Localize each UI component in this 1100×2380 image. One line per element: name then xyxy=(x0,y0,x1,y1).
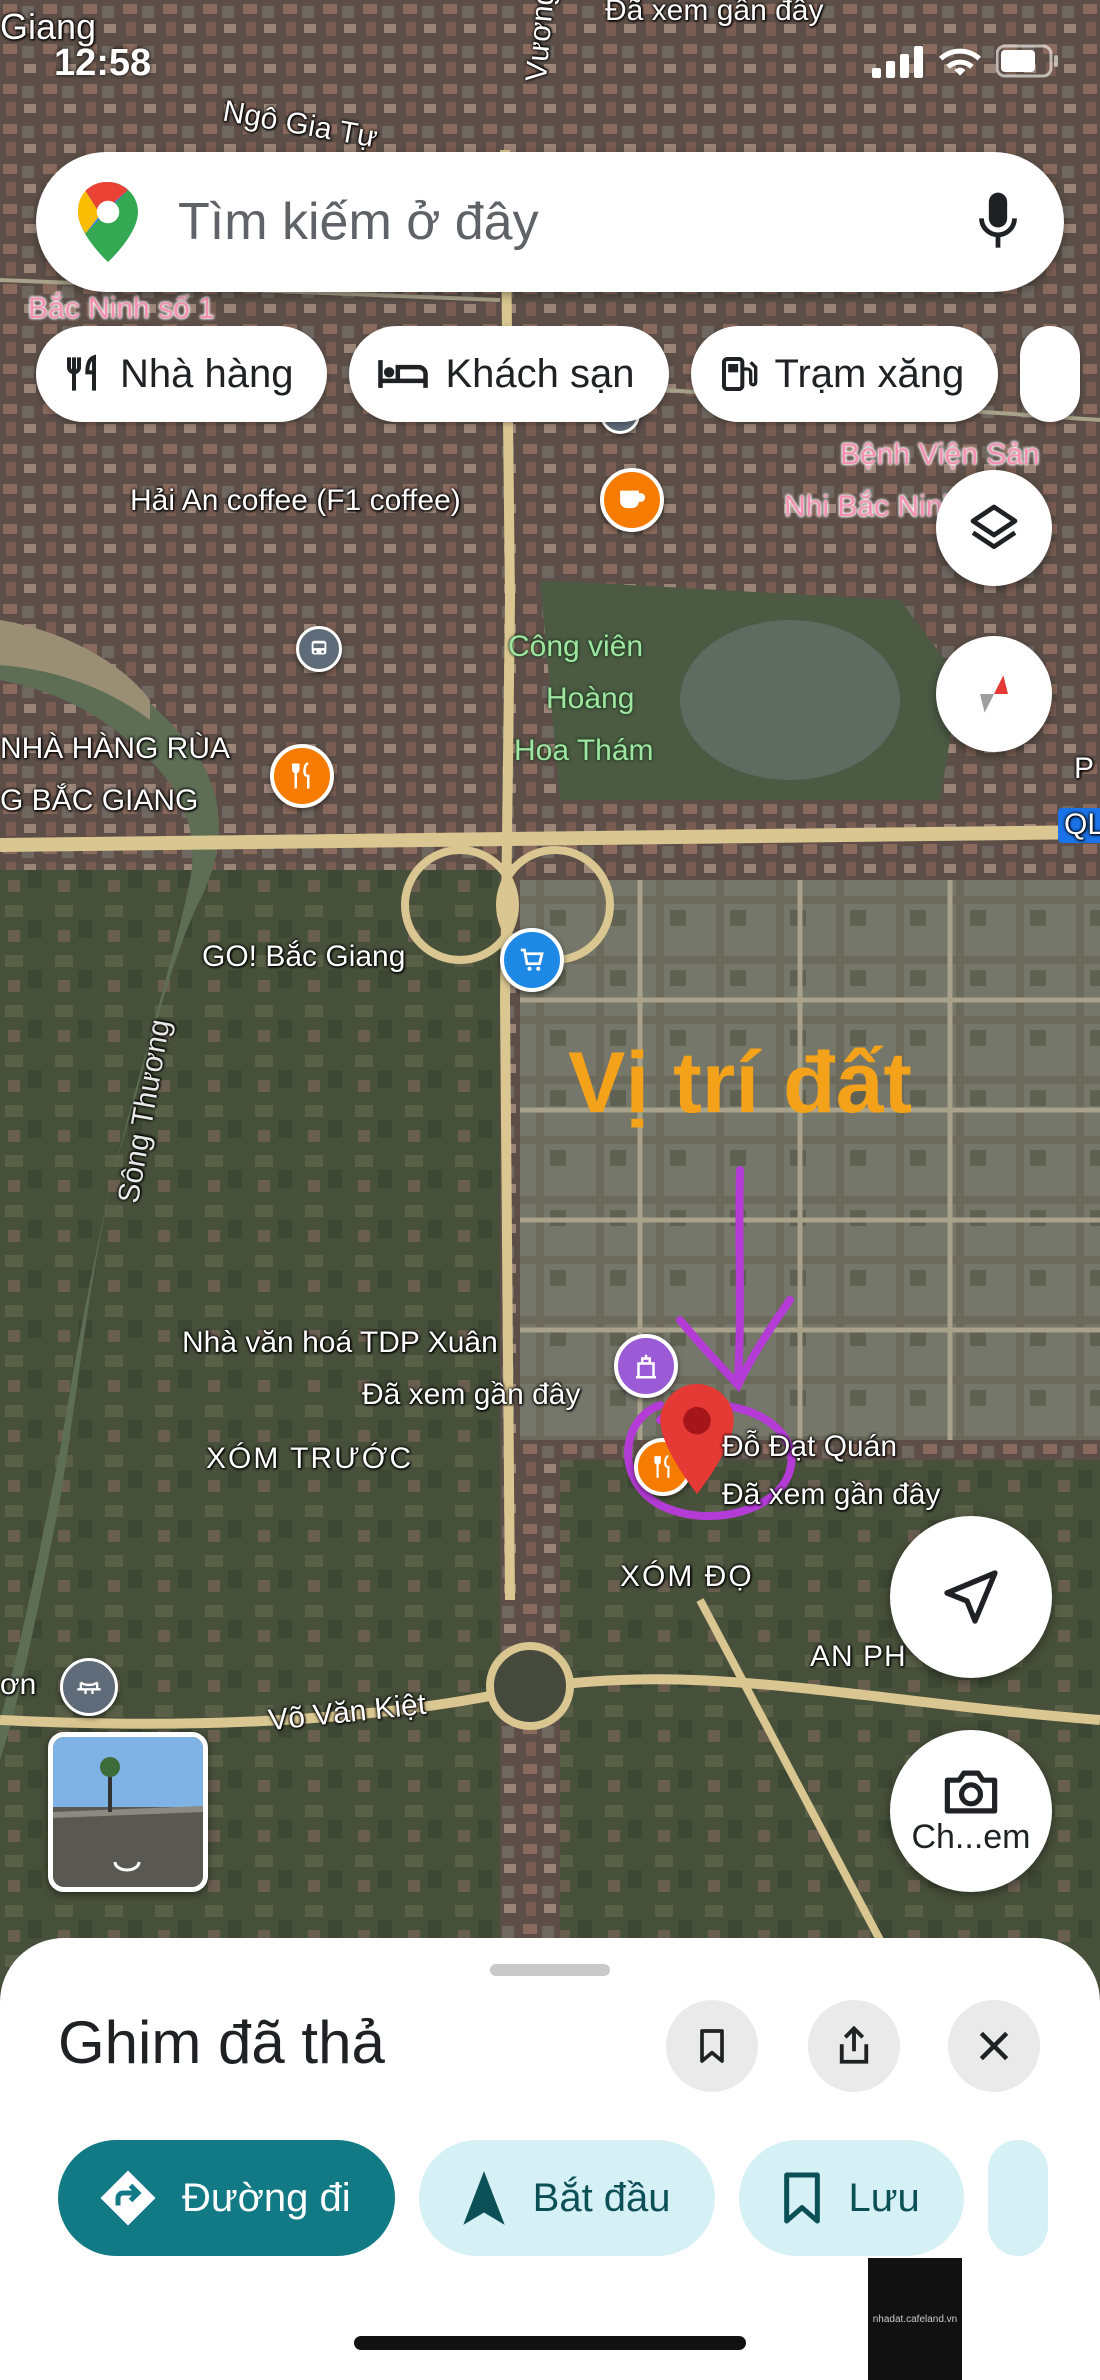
shopping-poi-icon[interactable] xyxy=(500,928,564,992)
bus-stop-icon[interactable] xyxy=(296,626,342,672)
share-icon xyxy=(839,2025,869,2064)
compass-icon xyxy=(980,675,1008,713)
chip-hotels[interactable]: Khách sạn xyxy=(349,326,669,422)
save-button[interactable]: Lưu xyxy=(738,2140,964,2256)
chip-restaurants[interactable]: Nhà hàng xyxy=(36,326,328,422)
street-view-thumbnail[interactable] xyxy=(48,1732,208,1892)
close-button[interactable] xyxy=(948,2000,1040,2092)
directions-icon xyxy=(100,2170,156,2226)
map-label-cong-vien-3: Hoa Thám xyxy=(514,734,654,767)
restaurant-poi-icon[interactable] xyxy=(270,744,334,808)
map-label-do-dat-quan: Đỗ Đạt Quán xyxy=(722,1430,898,1463)
start-navigation-button[interactable]: Bắt đầu xyxy=(418,2140,715,2256)
sheet-actions: Đường đi Bắt đầu Lưu xyxy=(58,2140,1048,2256)
map-label-p-edge: P xyxy=(1074,752,1095,785)
navigation-arrow-icon xyxy=(462,2171,505,2225)
status-icons xyxy=(872,44,1060,78)
chip-gas-stations[interactable]: Trạm xăng xyxy=(690,326,999,422)
map-label-xom-do: XÓM ĐỌ xyxy=(620,1560,754,1593)
map-label-nha-van-hoa-sub: Đã xem gần đây xyxy=(362,1378,581,1411)
close-icon xyxy=(979,2031,1009,2061)
save-bookmark-button[interactable] xyxy=(666,2000,758,2092)
more-actions-button[interactable] xyxy=(987,2140,1048,2256)
wifi-icon xyxy=(938,48,982,76)
directions-label: Đường đi xyxy=(182,2175,351,2220)
map-label-an-phu: AN PH xyxy=(810,1640,907,1673)
search-bar[interactable]: Tìm kiếm ở đây xyxy=(36,152,1064,292)
map-label-nha-van-hoa: Nhà văn hoá TDP Xuân xyxy=(182,1326,498,1359)
camera-icon xyxy=(944,1769,998,1814)
chip-more[interactable] xyxy=(1020,326,1081,422)
camera-search-button[interactable]: Ch...em xyxy=(890,1730,1052,1892)
map-label-do-dat-quan-sub: Đã xem gần đây xyxy=(722,1478,941,1511)
start-label: Bắt đầu xyxy=(532,2175,671,2220)
map-label-nha-hang-rua-2: G BẮC GIANG xyxy=(0,784,199,817)
google-maps-logo-icon xyxy=(78,182,138,262)
map-label-viewed-recently: Đã xem gần đây xyxy=(605,0,824,27)
hotel-icon xyxy=(378,360,429,388)
microphone-icon[interactable] xyxy=(976,192,1020,252)
layers-icon xyxy=(970,504,1018,549)
annotation-land-location: Vị trí đất xyxy=(568,1035,913,1131)
directions-button[interactable]: Đường đi xyxy=(58,2140,395,2256)
coffee-poi-icon[interactable] xyxy=(600,468,664,532)
bridge-poi-icon[interactable] xyxy=(60,1658,118,1716)
chip-label: Khách sạn xyxy=(445,351,635,396)
status-time: 12:58 xyxy=(54,42,152,84)
cellular-signal-icon xyxy=(872,46,923,78)
map-label-benh-vien-1: Bệnh Viện Sản xyxy=(840,438,1040,471)
bookmark-outline-icon xyxy=(700,2029,724,2063)
search-input[interactable]: Tìm kiếm ở đây xyxy=(178,192,976,252)
save-label: Lưu xyxy=(848,2175,920,2220)
map-label-on-edge: ơn xyxy=(0,1668,37,1701)
home-indicator xyxy=(354,2336,746,2350)
chip-label: Nhà hàng xyxy=(120,351,294,396)
navigation-arrow-icon xyxy=(944,1570,998,1624)
my-location-button[interactable] xyxy=(890,1516,1052,1678)
sheet-drag-handle[interactable] xyxy=(490,1964,610,1976)
map-label-nha-hang-rua-1: NHÀ HÀNG RÙA xyxy=(0,732,231,765)
sheet-title: Ghim đã thả xyxy=(58,2009,385,2076)
restaurant-icon xyxy=(67,354,96,391)
map-label-cong-vien-1: Công viên xyxy=(508,630,644,663)
share-button[interactable] xyxy=(808,2000,900,2092)
camera-fab-label: Ch...em xyxy=(911,1817,1031,1856)
bookmark-icon xyxy=(783,2172,820,2224)
map-label-go-bac-giang: GO! Bắc Giang xyxy=(202,940,406,973)
map-label-hai-an-coffee: Hải An coffee (F1 coffee) xyxy=(130,484,461,517)
map-label-ql: QL xyxy=(1058,808,1100,843)
layers-button[interactable] xyxy=(936,470,1052,586)
compass-button[interactable] xyxy=(936,636,1052,752)
watermark: nhadat.cafeland.vn xyxy=(868,2258,962,2380)
chip-label: Trạm xăng xyxy=(774,351,965,396)
map-label-xom-truoc: XÓM TRƯỚC xyxy=(206,1442,414,1475)
watermark-text: nhadat.cafeland.vn xyxy=(872,2313,958,2325)
battery-icon xyxy=(996,44,1058,78)
category-chips: Nhà hàng Khách sạn Trạm xăng xyxy=(36,326,1081,422)
map-label-cong-vien-2: Hoàng xyxy=(546,682,635,715)
map-label-bac-ninh: Bắc Ninh số 1 xyxy=(28,292,215,325)
map-canvas[interactable]: Giang Đã xem gần đây Ngô Gia Tự Vương Bắ… xyxy=(0,0,1100,2000)
gas-station-icon xyxy=(721,357,757,391)
